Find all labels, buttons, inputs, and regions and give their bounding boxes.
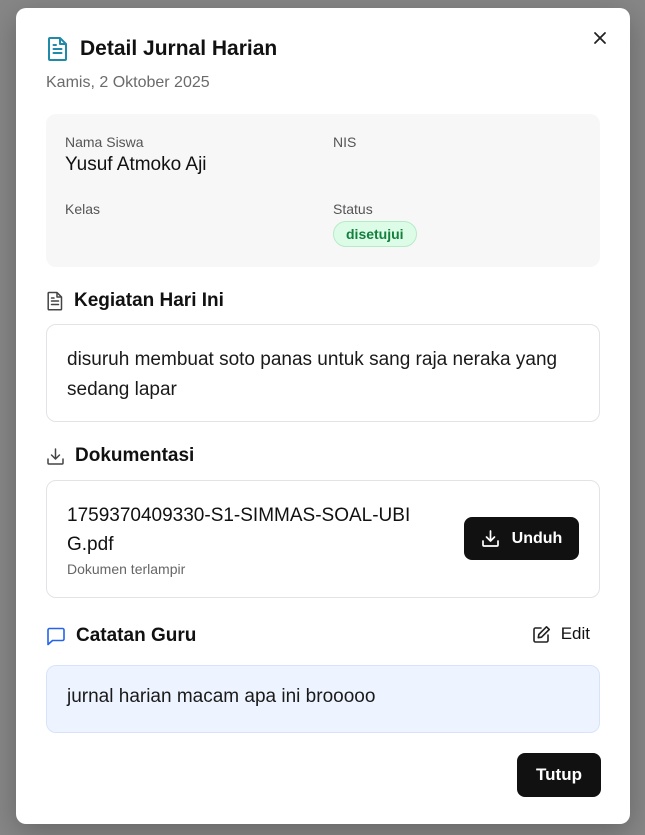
download-button-label: Unduh: [511, 529, 563, 547]
download-icon: [46, 447, 65, 466]
dialog-header: Detail Jurnal Harian Kamis, 2 Oktober 20…: [46, 36, 600, 92]
class-field: Kelas: [65, 201, 100, 221]
attachment-file-name: 1759370409330-S1-SIMMAS-SOAL-UBIG.pdf: [67, 505, 411, 555]
attachment-card: 1759370409330-S1-SIMMAS-SOAL-UBIG.pdf Do…: [46, 480, 600, 598]
activity-box: disuruh membuat soto panas untuk sang ra…: [46, 324, 600, 422]
student-name-label: Nama Siswa: [65, 134, 144, 150]
nis-label: NIS: [333, 134, 357, 150]
teacher-note-section-header: Catatan Guru: [46, 625, 196, 647]
chat-bubble-icon: [46, 627, 66, 646]
close-dialog-button[interactable]: Tutup: [517, 753, 601, 797]
document-icon: [46, 291, 64, 311]
activity-text: disuruh membuat soto panas untuk sang ra…: [67, 349, 558, 400]
teacher-note-heading: Catatan Guru: [76, 625, 197, 646]
activity-heading: Kegiatan Hari Ini: [74, 290, 224, 311]
edit-note-button[interactable]: Edit: [532, 624, 590, 644]
edit-pencil-icon: [532, 625, 551, 644]
class-label: Kelas: [65, 201, 101, 217]
status-label: Status: [333, 201, 373, 217]
documentation-section-header: Dokumentasi: [46, 445, 194, 467]
documentation-heading: Dokumentasi: [75, 445, 195, 466]
status-badge: disetujui: [333, 221, 417, 247]
student-name-value: Yusuf Atmoko Aji: [65, 154, 207, 175]
journal-detail-dialog: Detail Jurnal Harian Kamis, 2 Oktober 20…: [16, 8, 630, 824]
student-name-field: Nama Siswa Yusuf Atmoko Aji: [65, 134, 207, 176]
journal-date: Kamis, 2 Oktober 2025: [46, 74, 210, 91]
nis-field: NIS: [333, 134, 356, 154]
document-text-icon: [46, 36, 70, 62]
dialog-title: Detail Jurnal Harian: [80, 37, 278, 60]
attachment-caption: Dokumen terlampir: [67, 561, 186, 577]
status-field: Status disetujui: [333, 201, 417, 247]
download-icon: [481, 529, 500, 548]
teacher-note-box: jurnal harian macam apa ini brooooo: [46, 665, 600, 733]
edit-button-label: Edit: [560, 624, 590, 643]
student-info-card: Nama Siswa Yusuf Atmoko Aji NIS Kelas St…: [46, 114, 600, 267]
activity-section-header: Kegiatan Hari Ini: [46, 290, 224, 312]
download-button[interactable]: Unduh: [464, 517, 579, 560]
teacher-note-text: jurnal harian macam apa ini brooooo: [67, 686, 376, 707]
